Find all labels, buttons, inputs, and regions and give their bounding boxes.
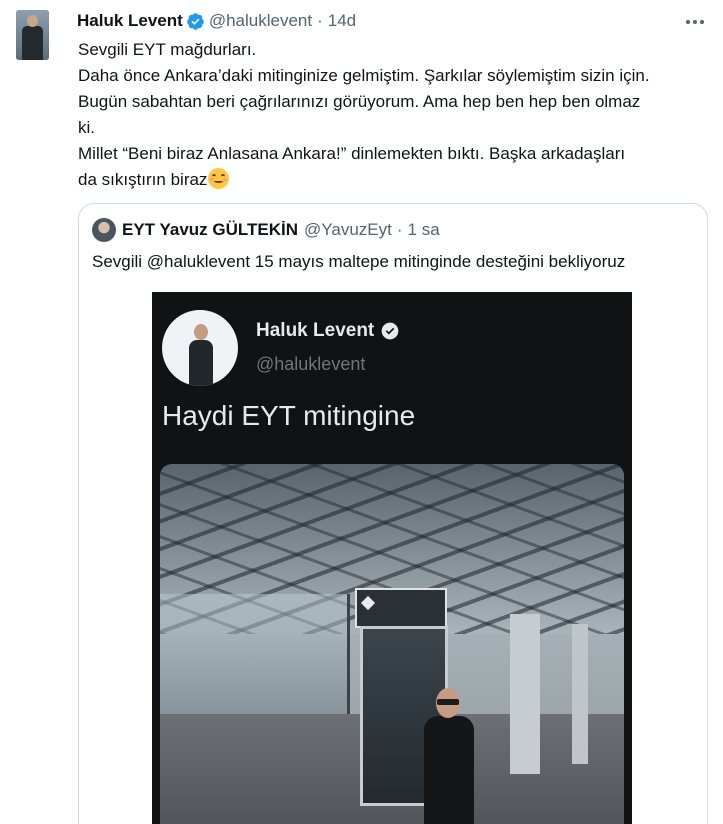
- verified-badge-icon: [186, 12, 204, 30]
- media-author-name: Haluk Levent: [256, 320, 400, 342]
- media-avatar: [162, 310, 238, 386]
- tweet[interactable]: Haluk Levent @haluklevent · 14d Sevgili …: [0, 0, 723, 824]
- tweet-line: da sıkıştırın biraz: [78, 170, 208, 189]
- more-dot: [700, 20, 704, 24]
- tweet-header: Haluk Levent @haluklevent · 14d: [77, 9, 356, 33]
- more-dot: [693, 20, 697, 24]
- more-dot: [686, 20, 690, 24]
- quoted-tweet[interactable]: EYT Yavuz GÜLTEKİN @YavuzEyt · 1 sa Sevg…: [78, 203, 708, 824]
- tweet-text: Sevgili EYT mağdurları. Daha önce Ankara…: [78, 37, 718, 193]
- media-author-name-text: Haluk Levent: [256, 320, 375, 341]
- quoted-media-image[interactable]: Haluk Levent @haluklevent Haydi EYT miti…: [152, 292, 632, 824]
- media-author-handle: @haluklevent: [256, 354, 366, 374]
- airport-photo: [160, 464, 624, 824]
- avatar-head: [27, 15, 38, 27]
- avatar-figure: [22, 26, 43, 60]
- quoted-tweet-header: EYT Yavuz GÜLTEKİN @YavuzEyt · 1 sa: [92, 218, 440, 242]
- quoted-avatar[interactable]: [92, 218, 116, 242]
- tweet-line: Bugün sabahtan beri çağrılarınızı görüyo…: [78, 92, 641, 111]
- tweet-timestamp[interactable]: 14d: [328, 11, 356, 31]
- quoted-author-name[interactable]: EYT Yavuz GÜLTEKİN: [122, 220, 298, 240]
- media-caption: Haydi EYT mitingine: [162, 400, 416, 431]
- author-name[interactable]: Haluk Levent: [77, 11, 183, 31]
- pillar: [510, 614, 540, 774]
- smiling-face-emoji-icon: [208, 168, 230, 189]
- more-options-icon[interactable]: [680, 12, 710, 32]
- verified-badge-icon: [381, 322, 399, 340]
- direction-sign: [355, 588, 447, 628]
- avatar[interactable]: [16, 10, 49, 60]
- tweet-line: Millet “Beni biraz Anlasana Ankara!” din…: [78, 144, 626, 163]
- separator-dot: ·: [396, 220, 403, 239]
- quoted-author-handle[interactable]: @YavuzEyt: [304, 220, 392, 240]
- person-figure: [418, 688, 482, 824]
- tweet-line: Daha önce Ankara’daki mitinginize gelmiş…: [78, 66, 650, 85]
- tweet-line-last: da sıkıştırın biraz: [78, 167, 718, 193]
- tweet-line: ki.: [78, 118, 95, 137]
- separator-dot: ·: [317, 11, 323, 30]
- quoted-tweet-text: Sevgili @haluklevent 15 mayıs maltepe mi…: [92, 252, 626, 271]
- tweet-line: Sevgili EYT mağdurları.: [78, 40, 257, 59]
- pillar: [572, 624, 588, 764]
- quoted-timestamp[interactable]: 1 sa: [408, 220, 440, 240]
- author-handle[interactable]: @haluklevent: [209, 11, 312, 31]
